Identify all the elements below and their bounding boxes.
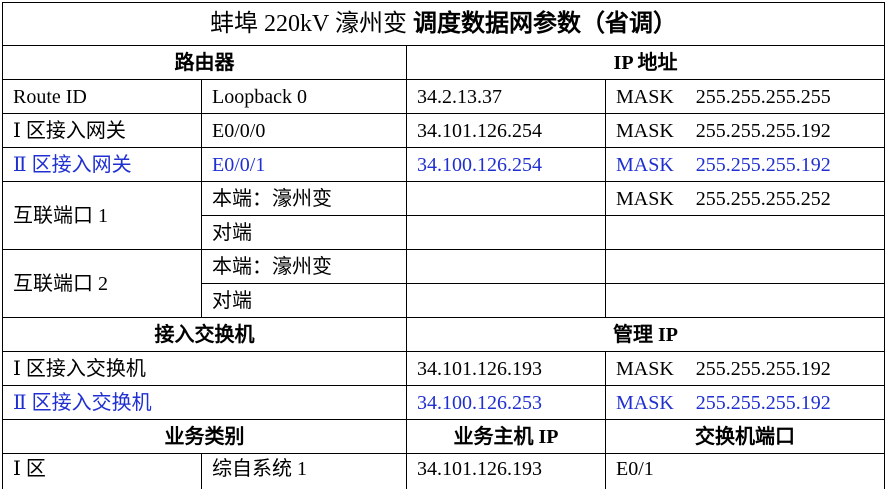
router-row-route-id: Route ID Loopback 0 34.2.13.37 MASK 255.2…	[2, 79, 885, 114]
params-sheet: 蚌埠 220kV 濠州变 调度数据网参数（省调） 路由器 IP 地址 Route…	[0, 0, 890, 489]
router-ip: 34.2.13.37	[406, 79, 606, 114]
switch-name: Ⅱ 区接入交换机	[2, 385, 407, 420]
service-port: E0/1	[605, 453, 885, 489]
router-ip: 34.101.126.254	[406, 113, 606, 148]
mask-value: 255.255.255.252	[695, 187, 831, 210]
mask-label: MASK	[616, 357, 674, 380]
interconnect-local: 本端：濠州变	[201, 181, 407, 216]
service-row: Ⅰ 区 综自系统 1 34.101.126.193 E0/1	[2, 453, 885, 489]
mask-label: MASK	[616, 85, 674, 108]
router-mask: MASK 255.255.255.192	[605, 113, 885, 148]
interconnect-mask	[605, 249, 885, 284]
mask-label: MASK	[616, 119, 674, 142]
service-header-row: 业务类别 业务主机 IP 交换机端口	[2, 419, 885, 454]
router-row-zone2: Ⅱ 区接入网关 E0/0/1 34.100.126.254 MASK 255.25…	[2, 147, 885, 182]
service-host-ip-header: 业务主机 IP	[406, 419, 606, 454]
switch-port-header: 交换机端口	[605, 419, 885, 454]
mask-value: 255.255.255.192	[695, 391, 831, 414]
mask-label: MASK	[616, 391, 674, 414]
mgmt-ip-header: 管理 IP	[406, 317, 885, 352]
title-row: 蚌埠 220kV 濠州变 调度数据网参数（省调）	[2, 2, 885, 46]
router-port: E0/0/0	[201, 113, 407, 148]
router-port: E0/0/1	[201, 147, 407, 182]
interconnect-name: 互联端口 1	[2, 181, 202, 250]
service-type-header: 业务类别	[2, 419, 407, 454]
mask-value: 255.255.255.192	[695, 153, 831, 176]
router-mask: MASK 255.255.255.192	[605, 147, 885, 182]
mask-value: 255.255.255.192	[695, 119, 831, 142]
switch-name: Ⅰ 区接入交换机	[2, 351, 407, 386]
router-header-row: 路由器 IP 地址	[2, 45, 885, 80]
interconnect-2-local-row: 互联端口 2 本端：濠州变	[2, 249, 885, 318]
router-name: Ⅰ 区接入网关	[2, 113, 202, 148]
interconnect-remote-ip	[406, 283, 606, 318]
mask-value: 255.255.255.255	[695, 85, 831, 108]
switch-header: 接入交换机	[2, 317, 407, 352]
switch-row-zone2: Ⅱ 区接入交换机 34.100.126.253 MASK 255.255.255.…	[2, 385, 885, 420]
interconnect-remote: 对端	[201, 215, 407, 250]
params-table: 蚌埠 220kV 濠州变 调度数据网参数（省调） 路由器 IP 地址 Route…	[2, 2, 885, 489]
switch-header-row: 接入交换机 管理 IP	[2, 317, 885, 352]
switch-ip: 34.101.126.193	[406, 351, 606, 386]
service-ip: 34.101.126.193	[406, 453, 606, 489]
router-name: Route ID	[2, 79, 202, 114]
interconnect-ip	[406, 249, 606, 284]
router-row-zone1: Ⅰ 区接入网关 E0/0/0 34.101.126.254 MASK 255.25…	[2, 113, 885, 148]
router-name: Ⅱ 区接入网关	[2, 147, 202, 182]
title-main: 蚌埠 220kV 濠州变	[210, 11, 407, 37]
switch-ip: 34.100.126.253	[406, 385, 606, 420]
interconnect-local: 本端：濠州变	[201, 249, 407, 284]
switch-mask: MASK 255.255.255.192	[605, 351, 885, 386]
interconnect-remote-mask	[605, 283, 885, 318]
interconnect-remote: 对端	[201, 283, 407, 318]
router-mask: MASK 255.255.255.255	[605, 79, 885, 114]
interconnect-remote-mask	[605, 215, 885, 250]
interconnect-1-local-row: 互联端口 1 本端：濠州变 MASK 255.255.255.252	[2, 181, 885, 250]
interconnect-mask: MASK 255.255.255.252	[605, 181, 885, 216]
router-port: Loopback 0	[201, 79, 407, 114]
service-zone: Ⅰ 区	[2, 453, 202, 489]
ip-address-header: IP 地址	[406, 45, 885, 80]
interconnect-name: 互联端口 2	[2, 249, 202, 318]
interconnect-remote-ip	[406, 215, 606, 250]
sheet-title: 蚌埠 220kV 濠州变 调度数据网参数（省调）	[2, 2, 885, 46]
mask-label: MASK	[616, 153, 674, 176]
title-bold: 调度数据网参数（省调）	[412, 11, 677, 37]
mask-value: 255.255.255.192	[695, 357, 831, 380]
switch-mask: MASK 255.255.255.192	[605, 385, 885, 420]
interconnect-ip	[406, 181, 606, 216]
switch-row-zone1: Ⅰ 区接入交换机 34.101.126.193 MASK 255.255.255.…	[2, 351, 885, 386]
service-system: 综自系统 1	[201, 453, 407, 489]
mask-label: MASK	[616, 187, 674, 210]
router-ip: 34.100.126.254	[406, 147, 606, 182]
router-header: 路由器	[2, 45, 407, 80]
